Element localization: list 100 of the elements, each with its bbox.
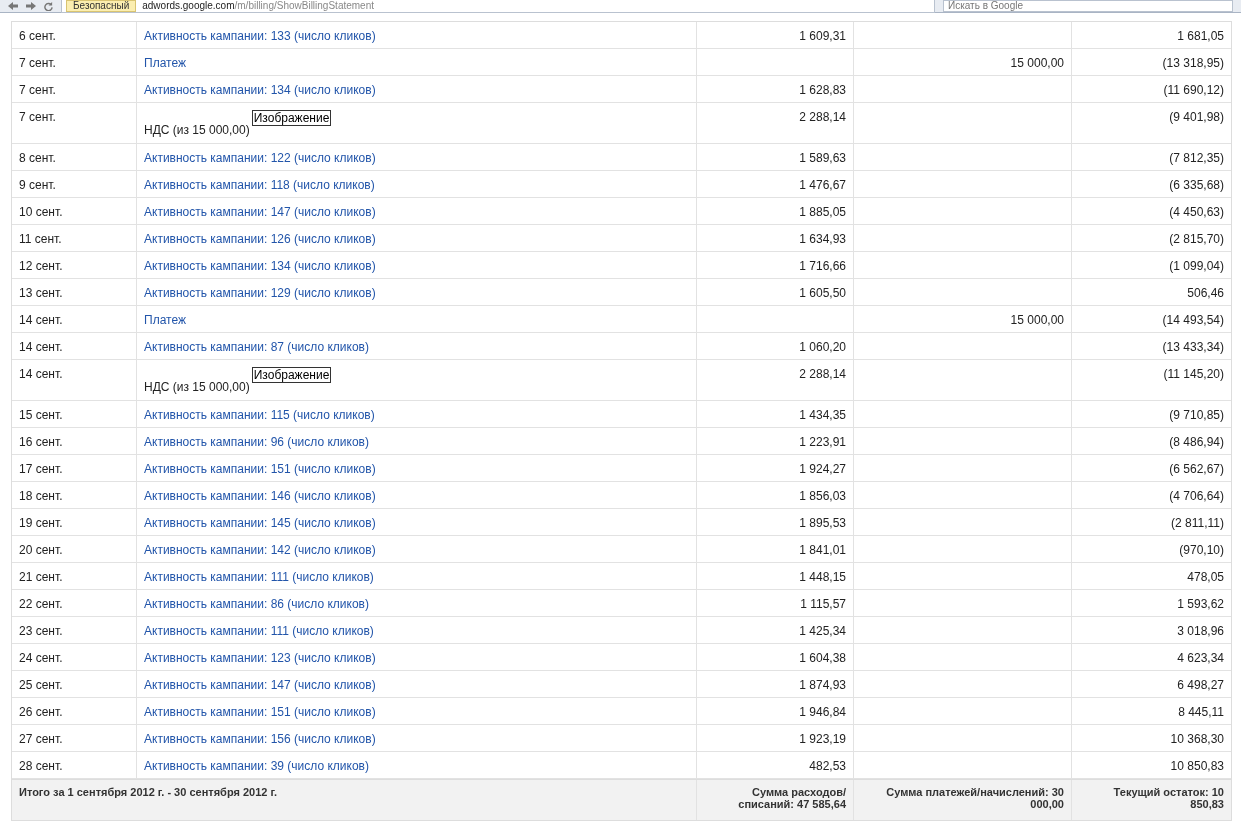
charge-cell: 1 115,57 — [697, 590, 854, 616]
charge-cell: 1 589,63 — [697, 144, 854, 170]
description-link[interactable]: Активность кампании: 145 (число кликов) — [144, 516, 376, 530]
date-cell: 22 сент. — [12, 590, 137, 616]
date-cell: 25 сент. — [12, 671, 137, 697]
date-cell: 14 сент. — [12, 333, 137, 359]
charge-cell: 1 634,93 — [697, 225, 854, 251]
date-cell: 28 сент. — [12, 752, 137, 778]
balance-total: Текущий остаток: 10 850,83 — [1112, 785, 1225, 812]
vat-text: НДС (из 15 000,00) — [144, 123, 250, 137]
charge-cell: 1 434,35 — [697, 401, 854, 427]
reload-icon[interactable] — [44, 1, 53, 11]
date-cell: 14 сент. — [12, 306, 137, 332]
description-link[interactable]: Активность кампании: 123 (число кликов) — [144, 651, 376, 665]
description-link[interactable]: Активность кампании: 151 (число кликов) — [144, 705, 376, 719]
vat-text: НДС (из 15 000,00) — [144, 380, 250, 394]
balance-cell-text: 8 445,11 — [1177, 704, 1225, 721]
charge-cell: 1 874,93 — [697, 671, 854, 697]
date-cell: 19 сент. — [12, 509, 137, 535]
balance-cell-text: (8 486,94) — [1168, 434, 1225, 451]
charge-cell: 1 060,20 — [697, 333, 854, 359]
description-link[interactable]: Активность кампании: 126 (число кликов) — [144, 232, 376, 246]
description-link[interactable]: Активность кампании: 111 (число кликов) — [144, 570, 374, 584]
description-link[interactable]: Активность кампании: 147 (число кликов) — [144, 678, 376, 692]
balance-cell-text: 4 623,34 — [1176, 650, 1225, 667]
balance-cell-text: (13 318,95) — [1161, 55, 1225, 72]
balance-cell-text: (970,10) — [1178, 542, 1225, 559]
broken-image-alt-text: Изображение — [251, 367, 332, 383]
date-cell: 13 сент. — [12, 279, 137, 305]
description-link[interactable]: Активность кампании: 133 (число кликов) — [144, 29, 376, 43]
charge-cell: 1 628,83 — [697, 76, 854, 102]
description-link[interactable]: Активность кампании: 122 (число кликов) — [144, 151, 376, 165]
charge-cell: 1 425,34 — [697, 617, 854, 643]
broken-image-alt-text: Изображение — [251, 110, 332, 126]
balance-cell-text: (6 562,67) — [1168, 461, 1225, 478]
description-link[interactable]: Активность кампании: 146 (число кликов) — [144, 489, 376, 503]
description-link[interactable]: Активность кампании: 86 (число кликов) — [144, 597, 369, 611]
charge-cell: 1 895,53 — [697, 509, 854, 535]
description-link[interactable]: Активность кампании: 96 (число кликов) — [144, 435, 369, 449]
date-cell: 7 сент. — [12, 49, 137, 75]
balance-cell-text: (2 815,70) — [1168, 231, 1225, 248]
address-bar[interactable]: Безопасный adwords.google.com/m/billing/ShowBillingStatement — [61, 0, 935, 13]
balance-cell-text: (7 812,35) — [1168, 150, 1225, 167]
back-icon[interactable] — [8, 1, 18, 10]
date-cell: 15 сент. — [12, 401, 137, 427]
balance-cell-text: 3 018,96 — [1176, 623, 1225, 640]
payment-cell: 15 000,00 — [854, 49, 1072, 75]
forward-icon[interactable] — [26, 1, 36, 10]
balance-cell-text: 1 681,05 — [1176, 28, 1225, 45]
charge-cell: 1 476,67 — [697, 171, 854, 197]
balance-cell-text: (4 450,63) — [1168, 204, 1225, 221]
balance-cell-text: 10 368,30 — [1169, 731, 1225, 748]
description-link[interactable]: Платеж — [144, 56, 186, 70]
charge-cell: 1 223,91 — [697, 428, 854, 454]
balance-cell-text: (9 401,98) — [1168, 109, 1225, 126]
description-link[interactable]: Активность кампании: 87 (число кликов) — [144, 340, 369, 354]
balance-cell-text: 478,05 — [1186, 569, 1225, 586]
date-cell: 8 сент. — [12, 144, 137, 170]
payments-total: Сумма платежей/начислений: 30 000,00 — [854, 780, 1072, 820]
description-link[interactable]: Активность кампании: 39 (число кликов) — [144, 759, 369, 773]
charge-cell: 2 288,14 — [697, 103, 854, 143]
balance-cell-text: (6 335,68) — [1168, 177, 1225, 194]
description-link[interactable]: Активность кампании: 115 (число кликов) — [144, 408, 375, 422]
balance-cell-text: 10 850,83 — [1169, 758, 1225, 775]
balance-cell-text: 1 593,62 — [1176, 596, 1225, 613]
charge-cell: 1 841,01 — [697, 536, 854, 562]
balance-cell-text: (11 145,20) — [1162, 366, 1225, 383]
charge-cell: 482,53 — [697, 752, 854, 778]
charge-cell: 1 448,15 — [697, 563, 854, 589]
balance-cell-text: (1 099,04) — [1168, 258, 1225, 275]
balance-cell-text: 6 498,27 — [1176, 677, 1225, 694]
date-cell: 14 сент. — [12, 360, 137, 400]
description-link[interactable]: Активность кампании: 156 (число кликов) — [144, 732, 376, 746]
date-cell: 20 сент. — [12, 536, 137, 562]
description-link[interactable]: Активность кампании: 129 (число кликов) — [144, 286, 376, 300]
description-link[interactable]: Активность кампании: 134 (число кликов) — [144, 83, 376, 97]
date-cell: 23 сент. — [12, 617, 137, 643]
date-cell: 16 сент. — [12, 428, 137, 454]
charge-cell: 1 946,84 — [697, 698, 854, 724]
description-link[interactable]: Активность кампании: 151 (число кликов) — [144, 462, 376, 476]
description-link[interactable]: Платеж — [144, 313, 186, 327]
balance-cell-text: (9 710,85) — [1168, 407, 1225, 424]
balance-cell-text: (2 811,11) — [1170, 515, 1225, 532]
charge-cell: 1 924,27 — [697, 455, 854, 481]
date-cell: 11 сент. — [12, 225, 137, 251]
description-link[interactable]: Активность кампании: 134 (число кликов) — [144, 259, 376, 273]
charge-cell: 1 609,31 — [697, 22, 854, 48]
balance-cell-text: (4 706,64) — [1168, 488, 1225, 505]
description-link[interactable]: Активность кампании: 147 (число кликов) — [144, 205, 376, 219]
charge-cell: 1 716,66 — [697, 252, 854, 278]
description-link[interactable]: Активность кампании: 111 (число кликов) — [144, 624, 374, 638]
description-link[interactable]: Активность кампании: 142 (число кликов) — [144, 543, 376, 557]
search-field[interactable]: Искать в Google — [943, 0, 1233, 12]
description-link[interactable]: Активность кампании: 118 (число кликов) — [144, 178, 375, 192]
date-cell: 7 сент. — [12, 76, 137, 102]
date-cell: 17 сент. — [12, 455, 137, 481]
charge-cell: 1 923,19 — [697, 725, 854, 751]
balance-cell-text: (14 493,54) — [1161, 312, 1225, 329]
date-cell: 6 сент. — [12, 22, 137, 48]
charge-cell: 1 885,05 — [697, 198, 854, 224]
